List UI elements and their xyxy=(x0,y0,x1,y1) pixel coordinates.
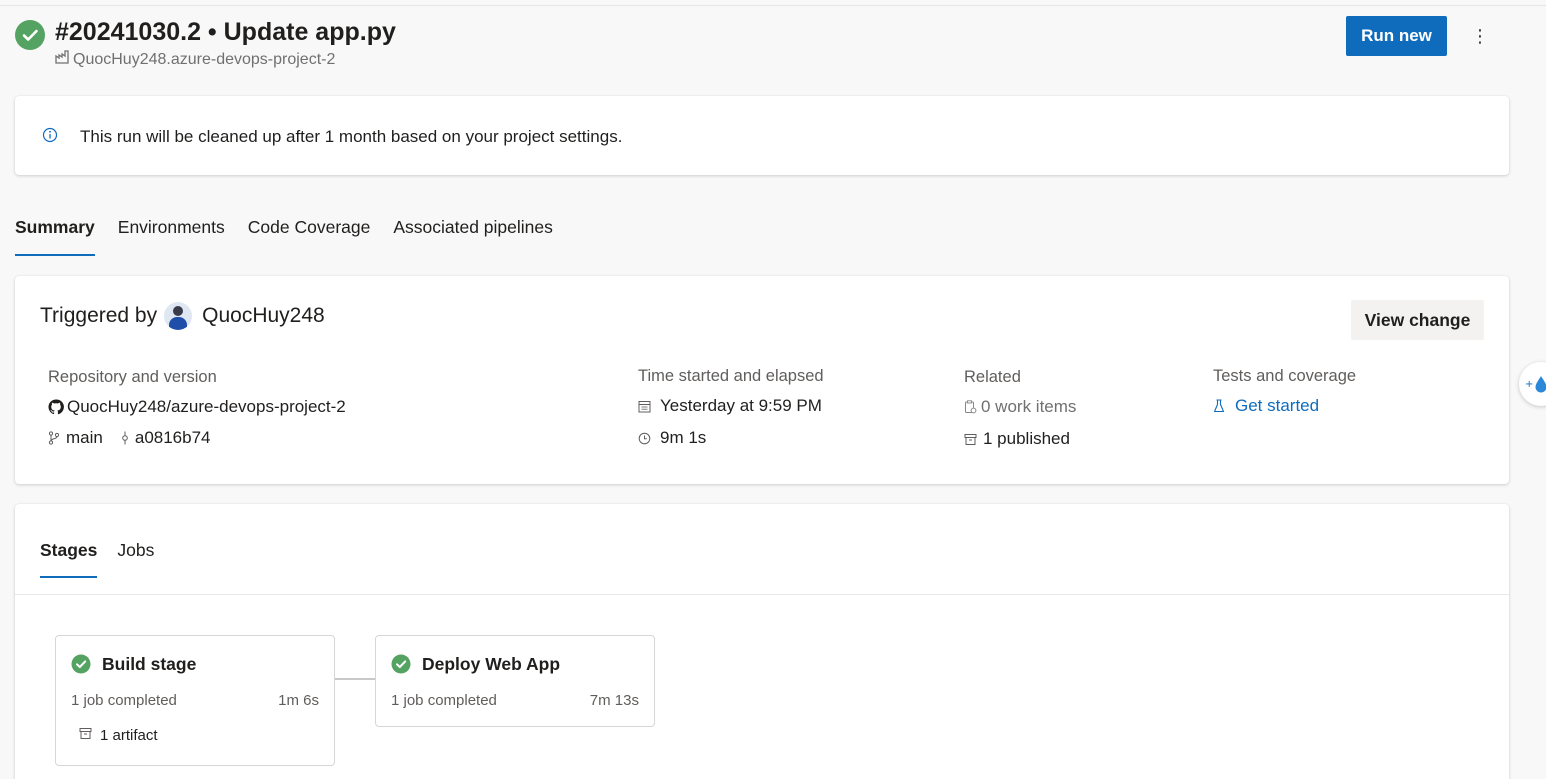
page-title: #20241030.2 • Update app.py xyxy=(55,18,396,46)
work-items: 0 work items xyxy=(981,397,1077,416)
top-divider xyxy=(0,5,1546,6)
commit-icon xyxy=(121,431,129,445)
triggered-by-label: Triggered by xyxy=(40,304,158,327)
pipeline-name: QuocHuy248.azure-devops-project-2 xyxy=(73,51,336,68)
more-actions-icon[interactable]: ⋮ xyxy=(1465,20,1495,52)
tests-column: Tests and coverage Get started xyxy=(1213,365,1356,417)
time-started-row: Yesterday at 9:59 PM xyxy=(638,395,824,417)
retention-banner: This run will be cleaned up after 1 mont… xyxy=(15,96,1509,175)
time-elapsed: 9m 1s xyxy=(660,428,707,447)
tab-summary[interactable]: Summary xyxy=(15,214,95,256)
branch-icon xyxy=(48,431,60,445)
related-column: Related 0 work items 1 published xyxy=(964,366,1076,450)
tab-environments[interactable]: Environments xyxy=(118,214,225,256)
stage-duration: 1m 6s xyxy=(278,692,319,709)
succeeded-icon xyxy=(71,654,91,674)
view-change-button[interactable]: View change xyxy=(1351,300,1484,340)
repository-name: QuocHuy248/azure-devops-project-2 xyxy=(67,397,346,416)
info-icon xyxy=(42,127,58,148)
get-started-link[interactable]: Get started xyxy=(1213,395,1356,417)
time-started: Yesterday at 9:59 PM xyxy=(660,396,822,415)
version-row: main a0816b74 xyxy=(48,427,346,449)
published-row[interactable]: 1 published xyxy=(964,428,1076,450)
stages-card: Stages Jobs Build stage 1 job completed … xyxy=(15,504,1509,779)
calendar-icon xyxy=(638,400,651,413)
stages-tabs: Stages Jobs xyxy=(40,538,174,578)
stage-deploy[interactable]: Deploy Web App 1 job completed 7m 13s xyxy=(375,635,655,727)
succeeded-icon xyxy=(391,654,411,674)
repository-column: Repository and version QuocHuy248/azure-… xyxy=(48,366,346,449)
time-column: Time started and elapsed Yesterday at 9:… xyxy=(638,365,824,449)
time-elapsed-row: 9m 1s xyxy=(638,427,824,449)
droplet-icon: + xyxy=(1525,376,1546,393)
stage-duration: 7m 13s xyxy=(589,692,639,709)
summary-card: Triggered by QuocHuy248 View change Repo… xyxy=(15,276,1509,484)
svg-text:+: + xyxy=(1525,379,1533,390)
stage-artifact-link[interactable]: 1 artifact xyxy=(79,727,158,744)
stage-name: Deploy Web App xyxy=(422,654,561,674)
published-artifacts: 1 published xyxy=(983,429,1070,448)
repository-link[interactable]: QuocHuy248/azure-devops-project-2 xyxy=(48,396,346,418)
stage-build-title: Build stage xyxy=(71,652,196,676)
clock-icon xyxy=(638,432,651,445)
avatar xyxy=(164,302,193,330)
stage-jobs: 1 job completed xyxy=(71,692,177,709)
tab-associated-pipelines[interactable]: Associated pipelines xyxy=(393,214,553,256)
work-item-icon xyxy=(964,400,977,414)
time-label: Time started and elapsed xyxy=(638,367,824,385)
artifact-icon xyxy=(79,727,92,744)
stage-connector xyxy=(335,678,375,680)
github-icon xyxy=(48,399,64,415)
pipeline-icon xyxy=(55,50,69,70)
stages-divider xyxy=(15,594,1509,595)
stage-name: Build stage xyxy=(102,654,197,674)
commit-id[interactable]: a0816b74 xyxy=(135,427,211,449)
stage-jobs: 1 job completed xyxy=(391,692,497,709)
artifact-icon xyxy=(964,433,977,446)
succeeded-icon xyxy=(15,20,45,50)
run-header: #20241030.2 • Update app.py QuocHuy248.a… xyxy=(15,16,1515,76)
banner-text: This run will be cleaned up after 1 mont… xyxy=(80,127,623,146)
stage-build[interactable]: Build stage 1 job completed 1m 6s 1 arti… xyxy=(55,635,335,766)
repository-label: Repository and version xyxy=(48,368,217,386)
branch-name[interactable]: main xyxy=(66,427,103,449)
get-started: Get started xyxy=(1235,396,1320,415)
tests-label: Tests and coverage xyxy=(1213,367,1357,385)
triggered-by: Triggered by QuocHuy248 xyxy=(40,302,325,330)
work-items-row: 0 work items xyxy=(964,396,1076,418)
tab-stages[interactable]: Stages xyxy=(40,538,98,578)
run-new-button[interactable]: Run new xyxy=(1346,16,1447,56)
run-tabs: Summary Environments Code Coverage Assoc… xyxy=(15,214,576,256)
beaker-icon xyxy=(1213,399,1225,413)
assistant-fab[interactable]: + xyxy=(1519,362,1546,406)
triggered-by-user[interactable]: QuocHuy248 xyxy=(202,302,325,330)
related-label: Related xyxy=(964,368,1021,386)
artifact-count: 1 artifact xyxy=(100,727,158,744)
pipeline-link[interactable]: QuocHuy248.azure-devops-project-2 xyxy=(55,50,335,70)
tab-code-coverage[interactable]: Code Coverage xyxy=(248,214,371,256)
stage-deploy-title: Deploy Web App xyxy=(391,652,560,676)
tab-jobs[interactable]: Jobs xyxy=(117,538,154,578)
